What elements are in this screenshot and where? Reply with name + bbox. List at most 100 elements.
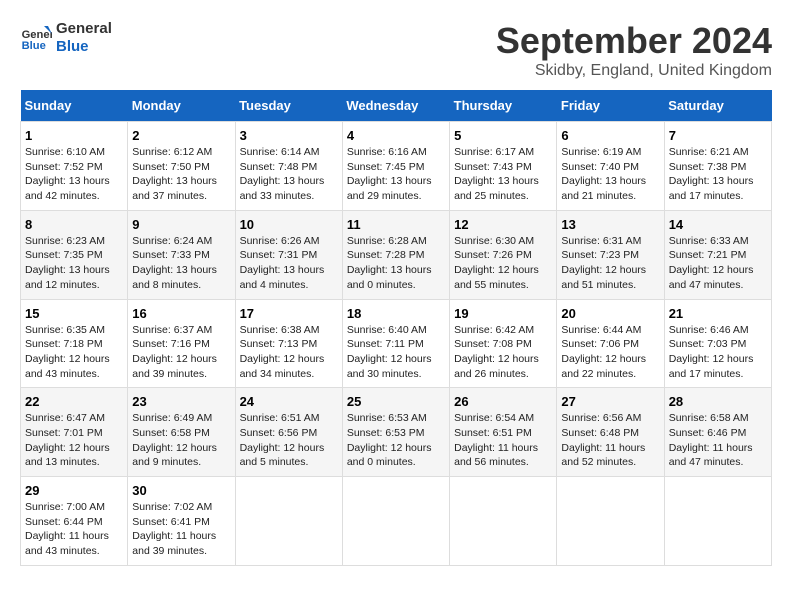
calendar-cell: 21 Sunrise: 6:46 AMSunset: 7:03 PMDayligh… — [664, 299, 771, 388]
day-number: 13 — [561, 217, 659, 232]
header-sunday: Sunday — [21, 90, 128, 122]
cell-info: Sunrise: 6:10 AMSunset: 7:52 PMDaylight:… — [25, 145, 123, 204]
day-number: 22 — [25, 394, 123, 409]
calendar-cell: 10Sunrise: 6:26 AMSunset: 7:31 PMDayligh… — [235, 210, 342, 299]
svg-text:General: General — [22, 29, 52, 41]
day-number: 24 — [240, 394, 338, 409]
cell-info: Sunrise: 6:12 AMSunset: 7:50 PMDaylight:… — [132, 145, 230, 204]
week-row-1: 1 Sunrise: 6:10 AMSunset: 7:52 PMDaylight… — [21, 122, 772, 211]
logo-line2: Blue — [56, 38, 112, 56]
month-title: September 2024 — [496, 20, 772, 62]
calendar-cell: 9Sunrise: 6:24 AMSunset: 7:33 PMDaylight… — [128, 210, 235, 299]
day-number: 20 — [561, 306, 659, 321]
header-monday: Monday — [128, 90, 235, 122]
day-number: 3 — [240, 128, 338, 143]
cell-info: Sunrise: 6:38 AMSunset: 7:13 PMDaylight:… — [240, 323, 338, 382]
calendar-cell: 19 Sunrise: 6:42 AMSunset: 7:08 PMDayligh… — [450, 299, 557, 388]
calendar-cell: 11Sunrise: 6:28 AMSunset: 7:28 PMDayligh… — [342, 210, 449, 299]
header-row: SundayMondayTuesdayWednesdayThursdayFrid… — [21, 90, 772, 122]
week-row-4: 22 Sunrise: 6:47 AMSunset: 7:01 PMDayligh… — [21, 388, 772, 477]
calendar-cell: 22 Sunrise: 6:47 AMSunset: 7:01 PMDayligh… — [21, 388, 128, 477]
calendar-cell — [450, 477, 557, 566]
day-number: 23 — [132, 394, 230, 409]
cell-info: Sunrise: 6:47 AMSunset: 7:01 PMDaylight:… — [25, 411, 123, 470]
cell-info: Sunrise: 6:51 AMSunset: 6:56 PMDaylight:… — [240, 411, 338, 470]
day-number: 27 — [561, 394, 659, 409]
cell-info: Sunrise: 6:37 AMSunset: 7:16 PMDaylight:… — [132, 323, 230, 382]
day-number: 25 — [347, 394, 445, 409]
logo-icon: General Blue — [20, 22, 52, 54]
cell-info: Sunrise: 6:42 AMSunset: 7:08 PMDaylight:… — [454, 323, 552, 382]
calendar-cell: 29 Sunrise: 7:00 AMSunset: 6:44 PMDayligh… — [21, 477, 128, 566]
calendar-cell: 18 Sunrise: 6:40 AMSunset: 7:11 PMDayligh… — [342, 299, 449, 388]
calendar-cell: 5Sunrise: 6:17 AMSunset: 7:43 PMDaylight… — [450, 122, 557, 211]
header-thursday: Thursday — [450, 90, 557, 122]
logo-line1: General — [56, 20, 112, 38]
day-number: 21 — [669, 306, 767, 321]
calendar-cell: 13 Sunrise: 6:31 AMSunset: 7:23 PMDayligh… — [557, 210, 664, 299]
header-saturday: Saturday — [664, 90, 771, 122]
calendar-table: SundayMondayTuesdayWednesdayThursdayFrid… — [20, 90, 772, 566]
calendar-cell: 1 Sunrise: 6:10 AMSunset: 7:52 PMDaylight… — [21, 122, 128, 211]
day-number: 15 — [25, 306, 123, 321]
cell-info: Sunrise: 6:35 AMSunset: 7:18 PMDaylight:… — [25, 323, 123, 382]
day-number: 26 — [454, 394, 552, 409]
calendar-cell: 15 Sunrise: 6:35 AMSunset: 7:18 PMDayligh… — [21, 299, 128, 388]
day-number: 5 — [454, 128, 552, 143]
day-number: 18 — [347, 306, 445, 321]
day-number: 6 — [561, 128, 659, 143]
cell-info: Sunrise: 6:24 AMSunset: 7:33 PMDaylight:… — [132, 234, 230, 293]
cell-info: Sunrise: 6:33 AMSunset: 7:21 PMDaylight:… — [669, 234, 767, 293]
calendar-cell: 4Sunrise: 6:16 AMSunset: 7:45 PMDaylight… — [342, 122, 449, 211]
calendar-cell: 30 Sunrise: 7:02 AMSunset: 6:41 PMDayligh… — [128, 477, 235, 566]
cell-info: Sunrise: 6:40 AMSunset: 7:11 PMDaylight:… — [347, 323, 445, 382]
week-row-5: 29 Sunrise: 7:00 AMSunset: 6:44 PMDayligh… — [21, 477, 772, 566]
week-row-3: 15 Sunrise: 6:35 AMSunset: 7:18 PMDayligh… — [21, 299, 772, 388]
day-number: 28 — [669, 394, 767, 409]
calendar-cell: 8 Sunrise: 6:23 AMSunset: 7:35 PMDaylight… — [21, 210, 128, 299]
calendar-cell — [664, 477, 771, 566]
day-number: 14 — [669, 217, 767, 232]
logo: General Blue General Blue — [20, 20, 112, 56]
calendar-cell: 23 Sunrise: 6:49 AMSunset: 6:58 PMDayligh… — [128, 388, 235, 477]
calendar-cell: 24 Sunrise: 6:51 AMSunset: 6:56 PMDayligh… — [235, 388, 342, 477]
cell-info: Sunrise: 6:19 AMSunset: 7:40 PMDaylight:… — [561, 145, 659, 204]
calendar-cell: 28Sunrise: 6:58 AMSunset: 6:46 PMDayligh… — [664, 388, 771, 477]
cell-info: Sunrise: 6:54 AMSunset: 6:51 PMDaylight:… — [454, 411, 552, 470]
day-number: 7 — [669, 128, 767, 143]
cell-info: Sunrise: 6:56 AMSunset: 6:48 PMDaylight:… — [561, 411, 659, 470]
day-number: 8 — [25, 217, 123, 232]
day-number: 19 — [454, 306, 552, 321]
day-number: 30 — [132, 483, 230, 498]
cell-info: Sunrise: 6:53 AMSunset: 6:53 PMDaylight:… — [347, 411, 445, 470]
calendar-cell: 16 Sunrise: 6:37 AMSunset: 7:16 PMDayligh… — [128, 299, 235, 388]
cell-info: Sunrise: 7:00 AMSunset: 6:44 PMDaylight:… — [25, 500, 123, 559]
cell-info: Sunrise: 6:46 AMSunset: 7:03 PMDaylight:… — [669, 323, 767, 382]
day-number: 17 — [240, 306, 338, 321]
cell-info: Sunrise: 6:30 AMSunset: 7:26 PMDaylight:… — [454, 234, 552, 293]
calendar-cell — [557, 477, 664, 566]
day-number: 1 — [25, 128, 123, 143]
title-area: September 2024 Skidby, England, United K… — [496, 20, 772, 80]
cell-info: Sunrise: 6:31 AMSunset: 7:23 PMDaylight:… — [561, 234, 659, 293]
day-number: 29 — [25, 483, 123, 498]
calendar-cell: 26 Sunrise: 6:54 AMSunset: 6:51 PMDayligh… — [450, 388, 557, 477]
cell-info: Sunrise: 6:49 AMSunset: 6:58 PMDaylight:… — [132, 411, 230, 470]
day-number: 4 — [347, 128, 445, 143]
cell-info: Sunrise: 6:44 AMSunset: 7:06 PMDaylight:… — [561, 323, 659, 382]
calendar-cell — [235, 477, 342, 566]
calendar-cell: 12 Sunrise: 6:30 AMSunset: 7:26 PMDayligh… — [450, 210, 557, 299]
calendar-cell: 17 Sunrise: 6:38 AMSunset: 7:13 PMDayligh… — [235, 299, 342, 388]
calendar-cell: 20 Sunrise: 6:44 AMSunset: 7:06 PMDayligh… — [557, 299, 664, 388]
calendar-cell: 14 Sunrise: 6:33 AMSunset: 7:21 PMDayligh… — [664, 210, 771, 299]
cell-info: Sunrise: 6:23 AMSunset: 7:35 PMDaylight:… — [25, 234, 123, 293]
day-number: 12 — [454, 217, 552, 232]
day-number: 16 — [132, 306, 230, 321]
header-friday: Friday — [557, 90, 664, 122]
cell-info: Sunrise: 7:02 AMSunset: 6:41 PMDaylight:… — [132, 500, 230, 559]
calendar-cell: 2Sunrise: 6:12 AMSunset: 7:50 PMDaylight… — [128, 122, 235, 211]
cell-info: Sunrise: 6:26 AMSunset: 7:31 PMDaylight:… — [240, 234, 338, 293]
header-tuesday: Tuesday — [235, 90, 342, 122]
calendar-cell: 25 Sunrise: 6:53 AMSunset: 6:53 PMDayligh… — [342, 388, 449, 477]
cell-info: Sunrise: 6:21 AMSunset: 7:38 PMDaylight:… — [669, 145, 767, 204]
